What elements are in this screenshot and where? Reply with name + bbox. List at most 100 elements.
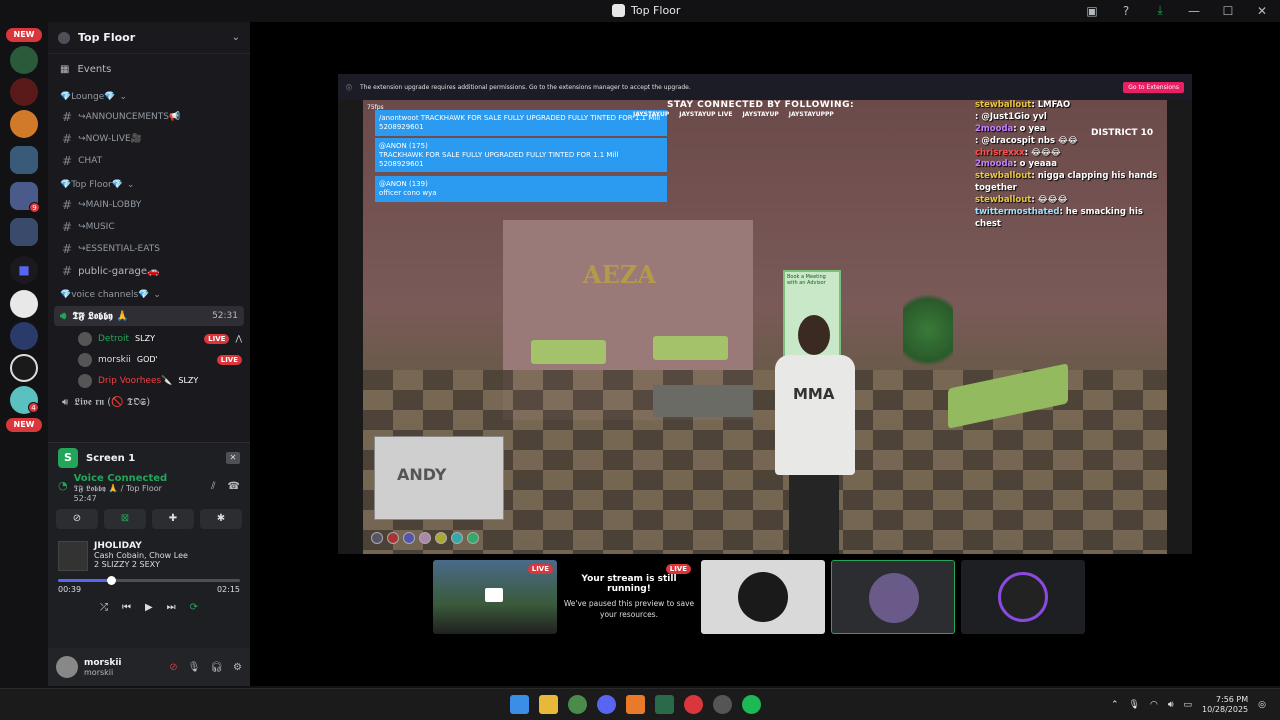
screen-label: Screen 1 <box>86 452 136 464</box>
hash-icon: # <box>62 132 73 146</box>
chat-user: 2mooda <box>975 159 1014 170</box>
microphone-icon[interactable]: 🎙︎ <box>188 662 201 673</box>
clock-time: 7:56 PM <box>1215 695 1249 704</box>
channel-essential-eats[interactable]: # ↪ESSENTIAL-EATS <box>48 238 250 260</box>
channel-music[interactable]: # ↪MUSIC <box>48 216 250 238</box>
category-lounge[interactable]: 💎Lounge💎 ⌄ <box>48 88 250 106</box>
server-icon[interactable] <box>10 78 38 106</box>
soundboard-button[interactable]: ✱ <box>200 509 242 529</box>
participant-tile[interactable] <box>701 560 825 634</box>
user-tag: SLZY <box>135 334 155 343</box>
clock[interactable]: 7:56 PM 10/28/2025 <box>1202 695 1248 716</box>
category-top-floor[interactable]: 💎Top Floor💎 ⌄ <box>48 176 250 194</box>
battery-icon[interactable]: ▭ <box>1184 700 1193 710</box>
chevron-down-icon: ⌄ <box>126 180 135 190</box>
help-icon[interactable]: ? <box>1118 4 1134 18</box>
headphones-icon[interactable]: 🎧︎ <box>210 662 223 673</box>
unread-count: 4 <box>28 402 39 413</box>
app-icon[interactable] <box>713 695 732 714</box>
channel-main-lobby[interactable]: # ↪MAIN-LOBBY <box>48 194 250 216</box>
go-to-extensions-button[interactable]: Go to Extensions <box>1123 81 1184 93</box>
download-icon[interactable]: ⤓ <box>1152 3 1168 18</box>
track-album[interactable]: 2 SLIZZY 2 SEXY <box>94 560 188 569</box>
xbox-icon[interactable] <box>655 695 674 714</box>
wifi-icon[interactable]: ◠ <box>1150 700 1158 710</box>
repeat-icon[interactable]: ⟳ <box>190 602 198 613</box>
disconnect-icon[interactable]: ☎ <box>228 481 240 503</box>
channel-chat[interactable]: # CHAT <box>48 150 250 172</box>
voice-status[interactable]: Voice Connected <box>74 473 168 484</box>
volume-icon[interactable]: 🔊︎ <box>1168 700 1174 710</box>
shuffle-icon[interactable]: ⤮ <box>100 602 108 613</box>
track-progress-knob[interactable] <box>106 576 116 585</box>
voice-elapsed: 52:47 <box>73 494 97 503</box>
voice-user[interactable]: morskii GOD' LIVE <box>48 349 250 370</box>
paused-preview[interactable]: LIVE Your stream is still running! We've… <box>563 560 695 634</box>
folder-icon[interactable]: ■ <box>10 256 38 284</box>
voice-user[interactable]: Drip Voorhees🔪 SLZY <box>48 370 250 391</box>
track-artists[interactable]: Cash Cobain, Chow Lee <box>94 551 188 560</box>
activities-button[interactable]: ✚ <box>152 509 194 529</box>
stream-preview[interactable]: LIVE <box>433 560 557 634</box>
avatar[interactable] <box>56 656 78 678</box>
follow-link: JAYSTAYUPPP <box>788 111 834 118</box>
start-icon[interactable] <box>510 695 529 714</box>
wall-sign: AEZA <box>583 260 657 289</box>
screen-share-button[interactable]: ⊠ <box>104 509 146 529</box>
extension-notice-text: The extension upgrade requires additiona… <box>360 83 691 91</box>
stop-share-button[interactable]: ✕ <box>226 452 240 464</box>
server-icon[interactable] <box>10 354 38 382</box>
noise-suppression-icon[interactable]: ⫽ <box>211 481 215 503</box>
next-icon[interactable]: ⏭ <box>167 602 176 613</box>
server-icon[interactable] <box>10 290 38 318</box>
camera-off-button[interactable]: ⊘ <box>56 509 98 529</box>
server-icon[interactable] <box>10 322 38 350</box>
server-icon[interactable] <box>10 46 38 74</box>
channel-announcements[interactable]: # ↪ANNOUNCEMENTS📢 <box>48 106 250 128</box>
server-header[interactable]: Top Floor ⌄ <box>48 22 250 54</box>
minimize-button[interactable]: — <box>1186 4 1202 18</box>
phone-message: @ANON (139) officer cono wya <box>375 176 667 202</box>
app-icon[interactable] <box>626 695 645 714</box>
server-folder[interactable] <box>10 218 38 246</box>
youtube-icon[interactable] <box>684 695 703 714</box>
chevron-up-icon[interactable]: ⌃ <box>1111 700 1119 710</box>
chrome-icon[interactable] <box>568 695 587 714</box>
clock-date: 10/28/2025 <box>1202 705 1249 715</box>
previous-icon[interactable]: ⏮ <box>122 602 131 613</box>
camera-muted-icon[interactable]: ⊘ <box>169 662 177 673</box>
server-icon[interactable] <box>10 110 38 138</box>
inbox-icon[interactable]: ▣ <box>1084 4 1100 18</box>
voice-user[interactable]: Detroit SLZY LIVE ⋀ <box>48 328 250 349</box>
spotify-icon[interactable] <box>742 695 761 714</box>
hash-icon: # <box>62 110 73 124</box>
channel-now-live[interactable]: # ↪NOW-LIVE🎥 <box>48 128 250 150</box>
voice-user-name: Drip Voorhees🔪 <box>98 375 173 386</box>
voice-channel-path: 𝕿𝕱 𝕷𝖔𝖇𝖇𝖞 🙏 / Top Floor <box>73 484 162 493</box>
chevron-down-icon: ⌄ <box>153 290 161 300</box>
play-icon[interactable]: ▶ <box>145 602 153 613</box>
channel-public-garage[interactable]: # public-garage🚗 <box>48 260 250 282</box>
user-display-name[interactable]: morskii <box>84 658 122 668</box>
events-link[interactable]: ▦ Events <box>48 54 250 84</box>
voice-channel-lobby[interactable]: 🔊︎ 𝕿𝕱 𝕷𝖔𝖇𝖇𝖞 🙏 52:31 <box>54 306 244 326</box>
track-progress[interactable] <box>58 576 240 585</box>
hash-icon: # <box>62 242 73 256</box>
settings-gear-icon[interactable]: ⚙ <box>233 662 242 673</box>
category-voice-channels[interactable]: 💎voice channels💎 ⌄ <box>48 286 250 304</box>
server-folder[interactable] <box>10 146 38 174</box>
voice-channel-live[interactable]: 🔊︎ 𝕷𝖎𝖛𝖊 𝖗𝖓 (🚫 𝕿𝕺𝕾) <box>48 391 250 413</box>
close-button[interactable]: ✕ <box>1254 4 1270 18</box>
discord-icon[interactable] <box>597 695 616 714</box>
chat-message: : LMFAO <box>1031 100 1071 110</box>
participant-tile[interactable] <box>831 560 955 634</box>
notification-icon[interactable]: ◎ <box>1258 700 1266 710</box>
file-explorer-icon[interactable] <box>539 695 558 714</box>
screen-share-row[interactable]: S Screen 1 ✕ <box>48 443 250 473</box>
participant-tile[interactable] <box>961 560 1085 634</box>
track-title[interactable]: JHOLIDAY <box>94 541 188 551</box>
stream-view[interactable]: ⓘ The extension upgrade requires additio… <box>338 74 1192 554</box>
microphone-icon[interactable]: 🎙︎ <box>1129 700 1140 710</box>
maximize-button[interactable]: ☐ <box>1220 4 1236 18</box>
user-tag: GOD' <box>136 355 158 364</box>
